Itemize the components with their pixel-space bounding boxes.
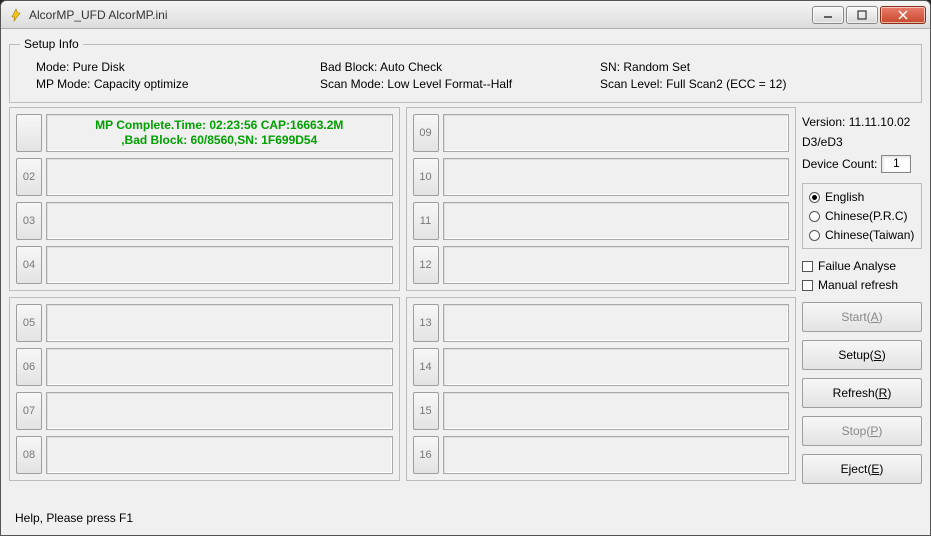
client-area: Setup Info Mode: Pure Disk Bad Block: Au… bbox=[1, 29, 930, 535]
slot-group-13-16: 13 14 15 16 bbox=[406, 297, 797, 481]
checkbox-manual-refresh[interactable]: Manual refresh bbox=[802, 278, 922, 292]
chip-label: D3/eD3 bbox=[802, 135, 922, 149]
app-window: AlcorMP_UFD AlcorMP.ini Setup Info Mode:… bbox=[0, 0, 931, 536]
title-bar[interactable]: AlcorMP_UFD AlcorMP.ini bbox=[1, 1, 930, 29]
slot-group-9-12: 09 10 11 12 bbox=[406, 107, 797, 291]
eject-button[interactable]: Eject(E) bbox=[802, 454, 922, 484]
slot-status-04 bbox=[46, 246, 393, 284]
slot-group-5-8: 05 06 07 08 bbox=[9, 297, 400, 481]
radio-icon bbox=[809, 230, 820, 241]
mode-field: Mode: Pure Disk bbox=[20, 60, 320, 74]
scanmode-field: Scan Mode: Low Level Format--Half bbox=[320, 77, 600, 91]
slot-button-09[interactable]: 09 bbox=[413, 114, 439, 152]
slot-status-09 bbox=[443, 114, 790, 152]
slot-button-06[interactable]: 06 bbox=[16, 348, 42, 386]
slot-button-04[interactable]: 04 bbox=[16, 246, 42, 284]
radio-english[interactable]: English bbox=[809, 190, 915, 204]
setup-info-legend: Setup Info bbox=[20, 37, 83, 51]
slot-status-15 bbox=[443, 392, 790, 430]
sn-field: SN: Random Set bbox=[600, 60, 911, 74]
mpmode-field: MP Mode: Capacity optimize bbox=[20, 77, 320, 91]
slot-status-12 bbox=[443, 246, 790, 284]
badblock-field: Bad Block: Auto Check bbox=[320, 60, 600, 74]
start-button[interactable]: Start(A) bbox=[802, 302, 922, 332]
slots-left: MP Complete.Time: 02:23:56 CAP:16663.2M,… bbox=[9, 107, 400, 505]
stop-button[interactable]: Stop(P) bbox=[802, 416, 922, 446]
slot-button-15[interactable]: 15 bbox=[413, 392, 439, 430]
minimize-button[interactable] bbox=[812, 6, 844, 24]
device-count-value: 1 bbox=[881, 155, 911, 173]
help-hint: Help, Please press F1 bbox=[9, 509, 922, 527]
slot-status-14 bbox=[443, 348, 790, 386]
slot-button-12[interactable]: 12 bbox=[413, 246, 439, 284]
slots-right: 09 10 11 12 13 14 15 16 bbox=[406, 107, 797, 505]
slot-status-11 bbox=[443, 202, 790, 240]
language-group: English Chinese(P.R.C) Chinese(Taiwan) bbox=[802, 183, 922, 249]
slot-button-07[interactable]: 07 bbox=[16, 392, 42, 430]
slot-button-13[interactable]: 13 bbox=[413, 304, 439, 342]
scanlevel-field: Scan Level: Full Scan2 (ECC = 12) bbox=[600, 77, 911, 91]
slot-button-16[interactable]: 16 bbox=[413, 436, 439, 474]
refresh-button[interactable]: Refresh(R) bbox=[802, 378, 922, 408]
slot-button-14[interactable]: 14 bbox=[413, 348, 439, 386]
slot-button-05[interactable]: 05 bbox=[16, 304, 42, 342]
version-label: Version: 11.11.10.02 bbox=[802, 115, 922, 129]
checkbox-icon bbox=[802, 280, 813, 291]
window-controls bbox=[812, 6, 926, 24]
setup-button[interactable]: Setup(S) bbox=[802, 340, 922, 370]
sidebar: Version: 11.11.10.02 D3/eD3 Device Count… bbox=[802, 107, 922, 505]
slot-status-16 bbox=[443, 436, 790, 474]
slot-button-01[interactable] bbox=[16, 114, 42, 152]
checkbox-failue-analyse[interactable]: Failue Analyse bbox=[802, 259, 922, 273]
device-count-label: Device Count: bbox=[802, 157, 877, 171]
slot-button-11[interactable]: 11 bbox=[413, 202, 439, 240]
slot-status-05 bbox=[46, 304, 393, 342]
checkbox-icon bbox=[802, 261, 813, 272]
slot-button-10[interactable]: 10 bbox=[413, 158, 439, 196]
slot-button-08[interactable]: 08 bbox=[16, 436, 42, 474]
app-icon bbox=[9, 8, 23, 22]
slot-status-13 bbox=[443, 304, 790, 342]
slot-status-03 bbox=[46, 202, 393, 240]
slot-button-03[interactable]: 03 bbox=[16, 202, 42, 240]
radio-chinese-taiwan[interactable]: Chinese(Taiwan) bbox=[809, 228, 915, 242]
close-button[interactable] bbox=[880, 6, 926, 24]
options-group: Failue Analyse Manual refresh bbox=[802, 257, 922, 294]
window-title: AlcorMP_UFD AlcorMP.ini bbox=[29, 8, 167, 22]
radio-chinese-prc[interactable]: Chinese(P.R.C) bbox=[809, 209, 915, 223]
slot-status-01: MP Complete.Time: 02:23:56 CAP:16663.2M,… bbox=[46, 114, 393, 152]
slot-button-02[interactable]: 02 bbox=[16, 158, 42, 196]
slot-status-07 bbox=[46, 392, 393, 430]
maximize-button[interactable] bbox=[846, 6, 878, 24]
setup-info-group: Setup Info Mode: Pure Disk Bad Block: Au… bbox=[9, 37, 922, 103]
slot-group-1-4: MP Complete.Time: 02:23:56 CAP:16663.2M,… bbox=[9, 107, 400, 291]
radio-icon bbox=[809, 192, 820, 203]
radio-icon bbox=[809, 211, 820, 222]
slot-status-08 bbox=[46, 436, 393, 474]
slot-status-02 bbox=[46, 158, 393, 196]
slot-status-06 bbox=[46, 348, 393, 386]
device-count-row: Device Count: 1 bbox=[802, 155, 922, 173]
slot-status-10 bbox=[443, 158, 790, 196]
